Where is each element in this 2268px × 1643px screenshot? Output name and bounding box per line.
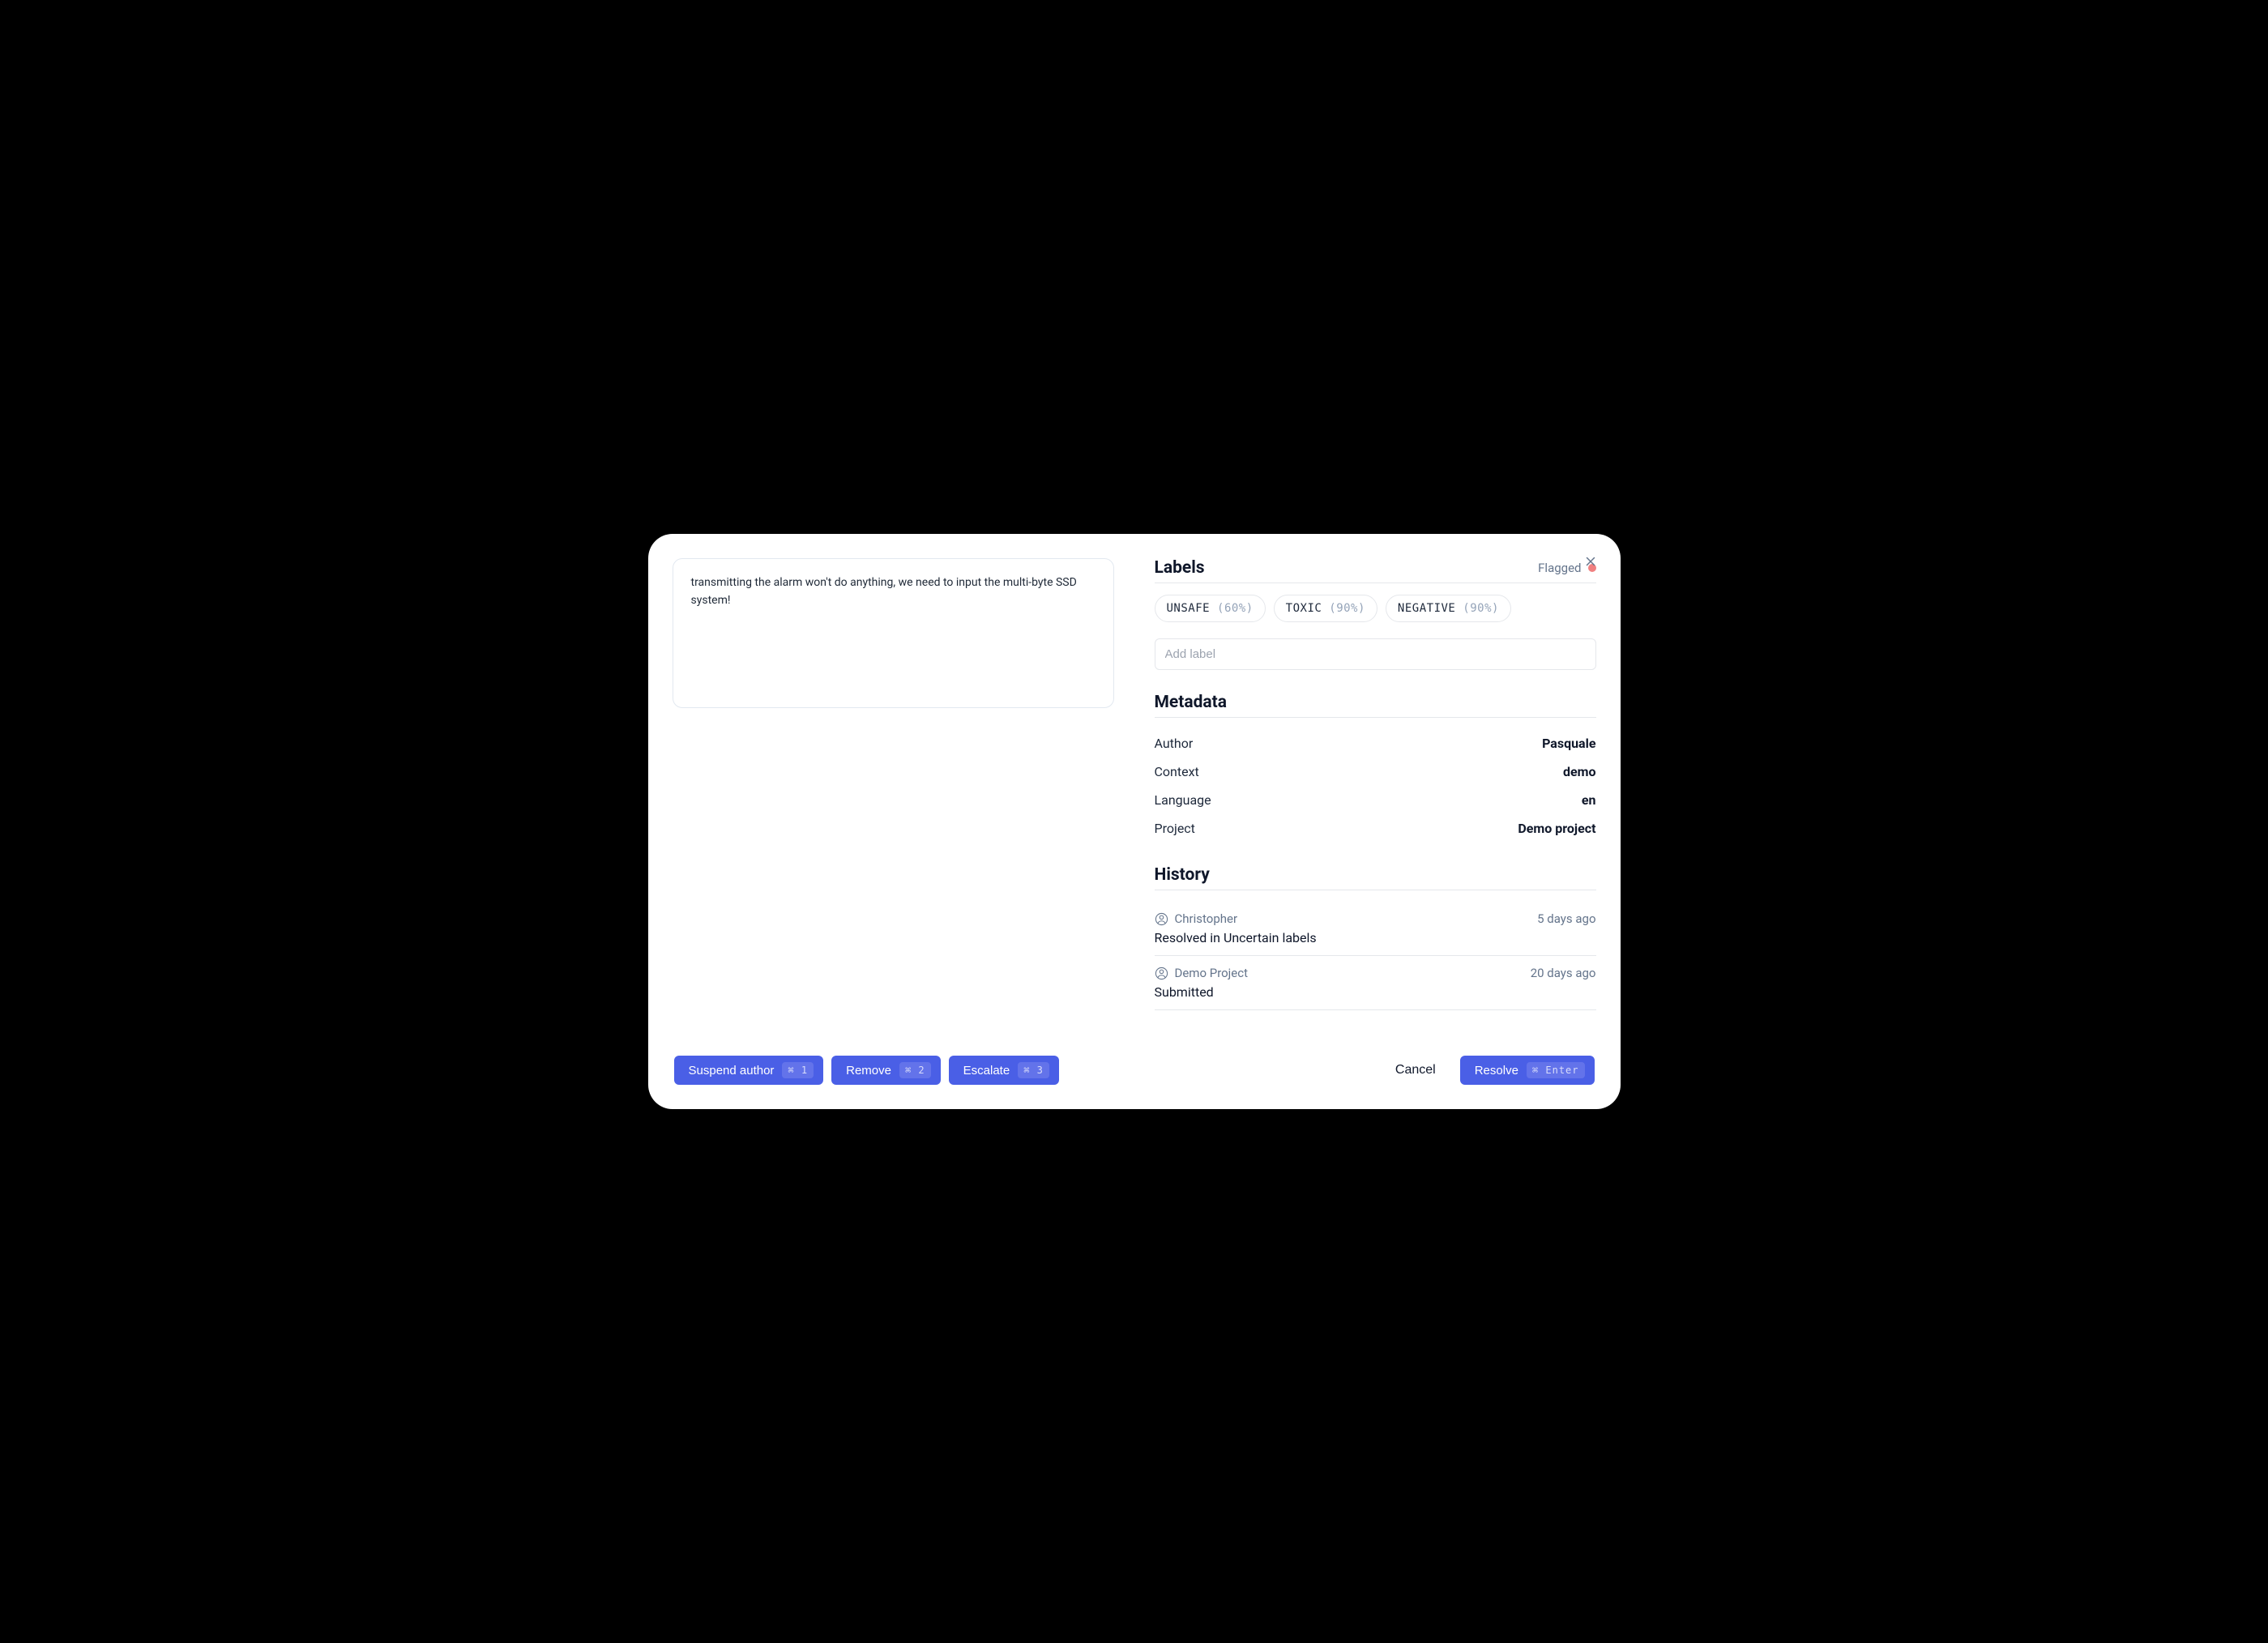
footer-right: Cancel Resolve ⌘ Enter (1395, 1056, 1595, 1085)
content-column: transmitting the alarm won't do anything… (673, 558, 1114, 1010)
history-time: 20 days ago (1531, 966, 1596, 980)
label-pill-negative[interactable]: NEGATIVE (90%) (1386, 595, 1511, 622)
metadata-row-context: Context demo (1155, 757, 1596, 786)
labels-row: UNSAFE (60%) TOXIC (90%) NEGATIVE (90%) (1155, 595, 1596, 622)
metadata-row-project: Project Demo project (1155, 814, 1596, 843)
remove-button[interactable]: Remove ⌘ 2 (831, 1056, 941, 1085)
button-label: Resolve (1475, 1064, 1518, 1078)
history-desc: Submitted (1155, 984, 1596, 1000)
label-pct: (90%) (1463, 602, 1499, 615)
button-label: Suspend author (689, 1064, 775, 1078)
metadata-key: Language (1155, 792, 1211, 808)
metadata-key: Project (1155, 821, 1195, 836)
button-label: Escalate (963, 1064, 1010, 1078)
metadata-key: Author (1155, 736, 1194, 751)
history-item: Christopher 5 days ago Resolved in Uncer… (1155, 902, 1596, 956)
footer-left: Suspend author ⌘ 1 Remove ⌘ 2 Escalate ⌘… (674, 1056, 1059, 1085)
labels-header: Labels Flagged (1155, 558, 1596, 583)
metadata-val: Demo project (1518, 821, 1595, 836)
metadata-val: Pasquale (1542, 736, 1595, 751)
metadata-val: demo (1563, 764, 1596, 779)
moderation-modal: transmitting the alarm won't do anything… (648, 534, 1621, 1109)
history-desc: Resolved in Uncertain labels (1155, 930, 1596, 945)
label-pill-toxic[interactable]: TOXIC (90%) (1274, 595, 1377, 622)
add-label-input[interactable] (1155, 638, 1596, 670)
close-button[interactable] (1583, 554, 1598, 569)
history-item-top: Demo Project 20 days ago (1155, 966, 1596, 980)
content-text: transmitting the alarm won't do anything… (691, 576, 1077, 607)
kbd-hint: ⌘ Enter (1527, 1062, 1585, 1078)
kbd-hint: ⌘ 2 (899, 1062, 931, 1078)
user-icon (1155, 967, 1168, 980)
metadata-header: Metadata (1155, 693, 1596, 718)
metadata-section: Metadata Author Pasquale Context demo La… (1155, 693, 1596, 843)
label-pill-unsafe[interactable]: UNSAFE (60%) (1155, 595, 1266, 622)
kbd-hint: ⌘ 1 (782, 1062, 814, 1078)
label-pct: (60%) (1217, 602, 1254, 615)
button-label: Remove (846, 1064, 891, 1078)
labels-title: Labels (1155, 558, 1205, 578)
flagged-label: Flagged (1538, 561, 1581, 575)
history-title: History (1155, 865, 1210, 885)
history-time: 5 days ago (1537, 911, 1595, 926)
label-name: TOXIC (1286, 602, 1322, 615)
labels-section: Labels Flagged UNSAFE (60%) TOXIC (90%) (1155, 558, 1596, 670)
history-user-name: Christopher (1175, 911, 1238, 926)
metadata-key: Context (1155, 764, 1199, 779)
metadata-val: en (1582, 792, 1596, 808)
history-header: History (1155, 865, 1596, 890)
user-icon (1155, 912, 1168, 926)
modal-footer: Suspend author ⌘ 1 Remove ⌘ 2 Escalate ⌘… (673, 1056, 1596, 1085)
suspend-author-button[interactable]: Suspend author ⌘ 1 (674, 1056, 824, 1085)
label-name: NEGATIVE (1398, 602, 1455, 615)
history-user-name: Demo Project (1175, 966, 1248, 980)
label-pct: (90%) (1329, 602, 1365, 615)
cancel-button[interactable]: Cancel (1395, 1063, 1436, 1078)
close-icon (1583, 554, 1598, 569)
modal-content: transmitting the alarm won't do anything… (673, 558, 1596, 1010)
resolve-button[interactable]: Resolve ⌘ Enter (1460, 1056, 1595, 1085)
kbd-hint: ⌘ 3 (1018, 1062, 1049, 1078)
content-text-card: transmitting the alarm won't do anything… (673, 558, 1114, 708)
history-user: Christopher (1155, 911, 1238, 926)
history-item-top: Christopher 5 days ago (1155, 911, 1596, 926)
metadata-row-author: Author Pasquale (1155, 729, 1596, 757)
history-item: Demo Project 20 days ago Submitted (1155, 956, 1596, 1010)
label-name: UNSAFE (1167, 602, 1211, 615)
history-user: Demo Project (1155, 966, 1248, 980)
escalate-button[interactable]: Escalate ⌘ 3 (949, 1056, 1059, 1085)
details-column: Labels Flagged UNSAFE (60%) TOXIC (90%) (1155, 558, 1596, 1010)
metadata-row-language: Language en (1155, 786, 1596, 814)
history-section: History Christopher 5 days ago (1155, 865, 1596, 1010)
metadata-title: Metadata (1155, 693, 1227, 712)
